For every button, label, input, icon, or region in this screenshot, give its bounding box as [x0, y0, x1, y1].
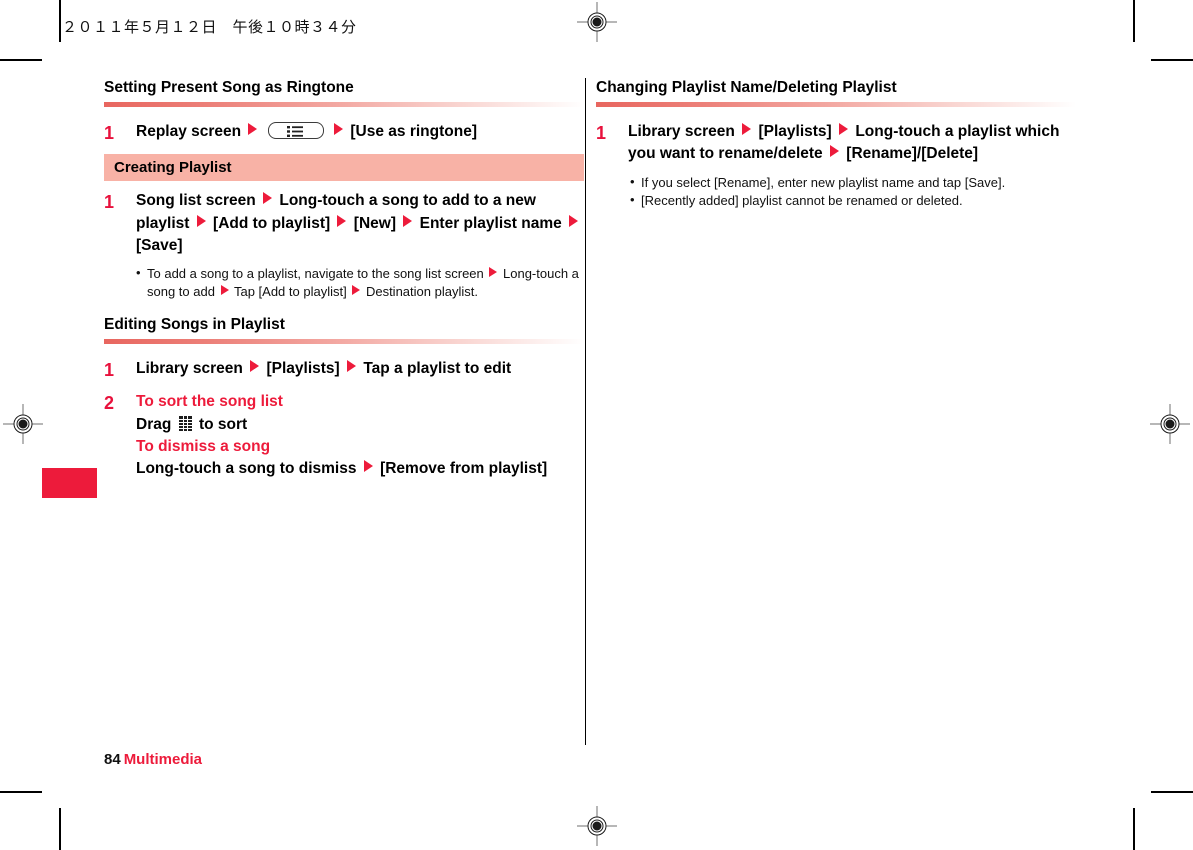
- next-step-arrow-icon: [839, 122, 849, 135]
- registration-mark-bottom: [577, 806, 617, 846]
- step-text: Library screen: [136, 359, 243, 377]
- next-step-arrow-icon: [347, 359, 357, 372]
- crop-mark-bottom-right-horizontal: [1151, 791, 1193, 793]
- registration-mark-left: [3, 404, 43, 444]
- section-heading-rule: [104, 338, 584, 344]
- section-heading: Changing Playlist Name/Deleting Playlist: [596, 79, 897, 96]
- crop-mark-top-left-horizontal: [0, 59, 42, 61]
- next-step-arrow-icon: [337, 214, 347, 227]
- step-number: 1: [104, 122, 115, 143]
- next-step-arrow-icon: [569, 214, 579, 227]
- step-text: [Playlists]: [266, 359, 340, 377]
- crop-mark-top-left-vertical: [59, 0, 61, 42]
- column-divider: [585, 78, 586, 745]
- footer-page-number: 84: [104, 751, 121, 768]
- next-step-arrow-icon: [363, 460, 373, 473]
- step-content: Library screen [Playlists] Tap a playlis…: [136, 358, 584, 384]
- running-head-date: ２０１１年５月１２日 午後１０時３４分: [62, 18, 357, 36]
- step-text: To add a song to a playlist, navigate to…: [147, 266, 484, 282]
- subsection-bar: Creating Playlist: [104, 154, 584, 182]
- step-text: [Remove from playlist]: [380, 460, 548, 478]
- step-text: [Rename]/[Delete]: [846, 145, 979, 163]
- note-item: To add a song to a playlist, navigate to…: [136, 264, 584, 300]
- step-text: Drag: [136, 415, 172, 433]
- next-step-arrow-icon: [352, 285, 361, 296]
- note-list: If you select [Rename], enter new playli…: [630, 173, 1076, 210]
- step-number: 1: [104, 359, 115, 380]
- procedure-step: 1 Library screen [Playlists] Tap a playli…: [104, 358, 584, 384]
- step-content: Library screen [Playlists] Long-touch a …: [628, 121, 1076, 166]
- next-step-arrow-icon: [248, 122, 258, 135]
- procedure-step: 2 To sort the song list Drag to sort To dis…: [104, 391, 584, 480]
- note-item: If you select [Rename], enter new playli…: [630, 173, 1076, 192]
- next-step-arrow-icon: [489, 267, 498, 278]
- step-content: To sort the song list Drag to sort To dism…: [136, 391, 584, 480]
- next-step-arrow-icon: [403, 214, 413, 227]
- footer-section-name: Multimedia: [123, 751, 203, 768]
- crop-mark-top-right-vertical: [1133, 0, 1135, 42]
- step-text: Library screen: [628, 122, 735, 140]
- step-text: to sort: [198, 415, 248, 433]
- section-heading: Editing Songs in Playlist: [104, 315, 285, 333]
- procedure-step: 1 Replay screen [Use as ringtone]: [104, 121, 584, 147]
- crop-mark-bottom-left-vertical: [59, 808, 61, 850]
- step-text: Enter playlist name: [419, 214, 562, 232]
- section-heading: Setting Present Song as Ringtone: [104, 79, 354, 96]
- step-text: Song list screen: [136, 192, 256, 210]
- next-step-arrow-icon: [196, 214, 206, 227]
- registration-mark-top: [577, 2, 617, 42]
- step-text: [New]: [353, 214, 396, 232]
- step-text: Tap [Add to playlist]: [233, 284, 347, 300]
- left-column: Setting Present Song as Ringtone 1 Replay …: [104, 78, 584, 488]
- section-heading-rule: [104, 101, 584, 107]
- step-sub-label: To dismiss a song: [136, 437, 271, 455]
- step-number: 1: [104, 192, 115, 213]
- step-number: 2: [104, 393, 115, 414]
- step-text: [Recently added] playlist cannot be rena…: [641, 193, 963, 209]
- menu-key-icon: [267, 121, 324, 139]
- step-text: If you select [Rename], enter new playli…: [641, 174, 1006, 190]
- next-step-arrow-icon: [829, 145, 839, 158]
- next-step-arrow-icon: [220, 285, 229, 296]
- index-tab-marker: [42, 468, 97, 498]
- next-step-arrow-icon: [263, 192, 273, 205]
- section-heading-rule: [596, 101, 1076, 107]
- next-step-arrow-icon: [742, 122, 752, 135]
- next-step-arrow-icon: [250, 359, 260, 372]
- step-text: Long-touch a song to dismiss: [136, 460, 357, 478]
- procedure-step: 1 Library screen [Playlists] Long-touch a…: [596, 121, 1076, 166]
- step-sub-label: To sort the song list: [136, 393, 283, 411]
- note-item: [Recently added] playlist cannot be rena…: [630, 191, 1076, 210]
- right-column: Changing Playlist Name/Deleting Playlist…: [596, 78, 1076, 224]
- drag-handle-icon: [178, 415, 192, 431]
- step-text: [Use as ringtone]: [350, 122, 477, 140]
- next-step-arrow-icon: [334, 122, 344, 135]
- step-text: [Add to playlist]: [213, 214, 331, 232]
- step-number: 1: [596, 122, 607, 143]
- page-footer: 84 Multimedia: [104, 751, 202, 768]
- step-text: Tap a playlist to edit: [363, 359, 512, 377]
- step-text: [Playlists]: [758, 122, 832, 140]
- step-content: Replay screen [Use as ringtone]: [136, 121, 584, 147]
- step-content: Song list screen Long-touch a song to ad…: [136, 190, 584, 257]
- crop-mark-bottom-left-horizontal: [0, 791, 42, 793]
- step-text: Destination playlist.: [365, 284, 478, 300]
- crop-mark-bottom-right-vertical: [1133, 808, 1135, 850]
- procedure-step: 1 Song list screen Long-touch a song to a…: [104, 190, 584, 257]
- step-text: Replay screen: [136, 122, 242, 140]
- registration-mark-right: [1150, 404, 1190, 444]
- note-list: To add a song to a playlist, navigate to…: [136, 264, 584, 300]
- step-text: [Save]: [136, 237, 183, 255]
- crop-mark-top-right-horizontal: [1151, 59, 1193, 61]
